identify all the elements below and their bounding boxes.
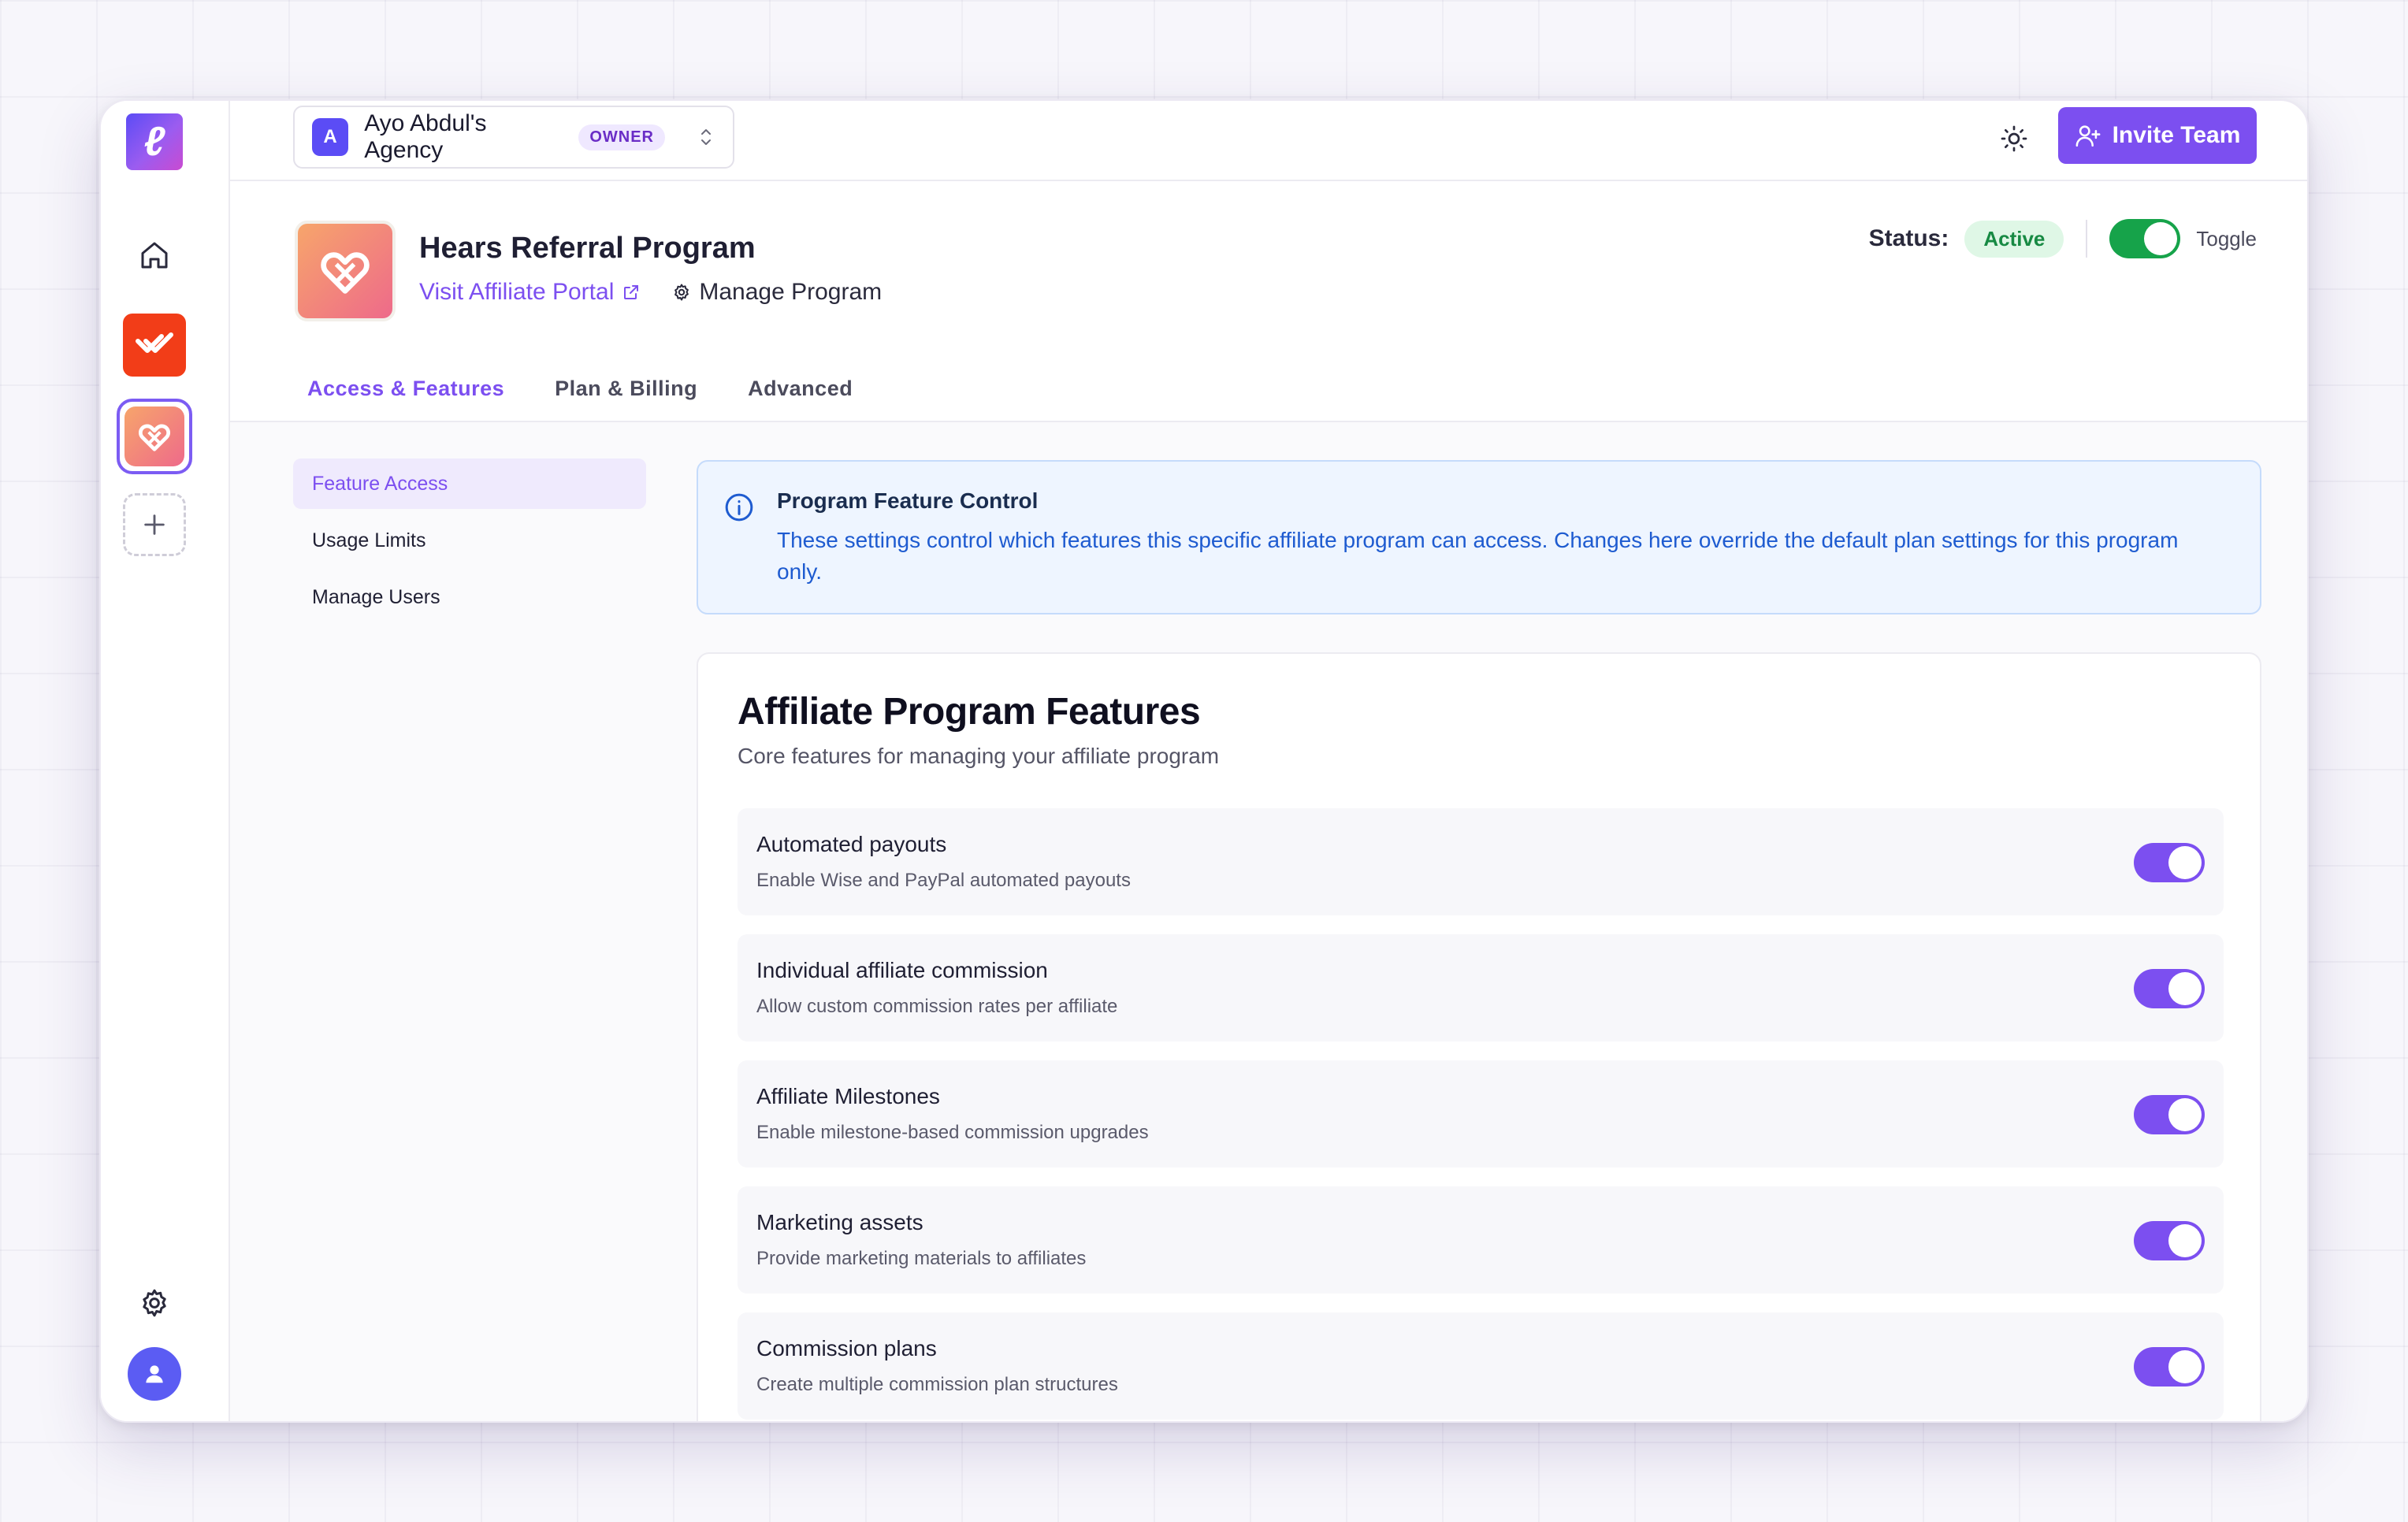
settings-button[interactable] — [121, 1270, 188, 1336]
user-icon — [146, 1365, 163, 1383]
feature-row: Marketing assets Provide marketing mater… — [738, 1186, 2224, 1294]
status-area: Status: Active Toggle — [1869, 219, 2257, 258]
home-icon — [141, 242, 168, 269]
manage-program-label: Manage Program — [699, 279, 883, 305]
theme-toggle-button[interactable] — [1997, 121, 2031, 156]
feature-name: Affiliate Milestones — [756, 1084, 940, 1108]
features-subtitle: Core features for managing your affiliat… — [738, 744, 1220, 768]
feature-toggle-marketing-assets[interactable] — [2134, 1221, 2205, 1260]
info-callout: Program Feature Control These settings c… — [697, 460, 2261, 614]
gear-icon — [674, 284, 689, 301]
feature-name: Marketing assets — [756, 1210, 923, 1234]
invite-team-label: Invite Team — [2112, 122, 2241, 148]
feature-toggle-individual-commission[interactable] — [2134, 969, 2205, 1008]
feature-description: Create multiple commission plan structur… — [756, 1374, 1118, 1395]
gear-icon — [143, 1289, 166, 1317]
feature-row: Affiliate Milestones Enable milestone-ba… — [738, 1060, 2224, 1167]
status-divider — [2086, 220, 2088, 258]
feature-list: Automated payouts Enable Wise and PayPal… — [738, 808, 2224, 1421]
heart-logo-icon — [139, 424, 170, 451]
program-title: Hears Referral Program — [419, 232, 756, 265]
visit-portal-label: Visit Affiliate Portal — [419, 279, 615, 305]
feature-name: Individual affiliate commission — [756, 958, 1048, 982]
info-title: Program Feature Control — [777, 488, 1039, 513]
tab-advanced[interactable]: Advanced — [723, 366, 878, 424]
org-switcher[interactable]: A Ayo Abdul's Agency OWNER — [293, 106, 734, 169]
owner-badge: OWNER — [578, 124, 665, 150]
info-icon — [725, 493, 753, 522]
subnav-feature-access[interactable]: Feature Access — [293, 458, 646, 509]
app-logo[interactable]: ℓ — [126, 113, 183, 170]
feature-row: Individual affiliate commission Allow cu… — [738, 934, 2224, 1041]
rail-app-hears[interactable] — [117, 399, 192, 474]
chevron-up-down-icon — [697, 126, 715, 148]
subnav-usage-limits[interactable]: Usage Limits — [293, 515, 646, 566]
feature-toggle-affiliate-milestones[interactable] — [2134, 1095, 2205, 1134]
feature-description: Enable milestone-based commission upgrad… — [756, 1122, 1149, 1143]
top-bar: A Ayo Abdul's Agency OWNER Invite Team — [230, 101, 2307, 181]
external-link-icon — [624, 285, 639, 299]
feature-name: Commission plans — [756, 1336, 937, 1361]
invite-team-button[interactable]: Invite Team — [2058, 107, 2257, 164]
user-avatar[interactable] — [128, 1347, 181, 1401]
app-red-logo — [136, 332, 173, 353]
left-rail: ℓ — [101, 101, 230, 1421]
program-status-toggle[interactable] — [2109, 219, 2181, 258]
feature-row: Commission plans Create multiple commiss… — [738, 1312, 2224, 1420]
status-badge: Active — [1964, 220, 2064, 258]
info-text: These settings control which features th… — [777, 528, 2179, 584]
app-window: ℓ A Ayo Abdul's Agency OWNER Invite Team… — [99, 99, 2309, 1423]
feature-name: Automated payouts — [756, 832, 947, 856]
sub-navigation: Feature Access Usage Limits Manage Users — [293, 458, 646, 629]
app-logo-glyph: ℓ — [143, 119, 165, 165]
status-label: Status: — [1868, 225, 1949, 251]
rail-app-red[interactable] — [123, 314, 186, 377]
features-card: Affiliate Program Features Core features… — [697, 652, 2261, 1421]
user-plus-icon — [2075, 125, 2101, 147]
features-title: Affiliate Program Features — [738, 691, 1201, 733]
program-links: Visit Affiliate Portal Manage Program — [419, 279, 882, 306]
visit-affiliate-portal-link[interactable]: Visit Affiliate Portal — [419, 279, 641, 306]
feature-description: Allow custom commission rates per affili… — [756, 996, 1118, 1017]
feature-toggle-commission-plans[interactable] — [2134, 1347, 2205, 1387]
tab-access-features[interactable]: Access & Features — [282, 366, 530, 424]
program-logo — [295, 221, 396, 321]
org-name: Ayo Abdul's Agency — [364, 110, 487, 163]
app-hears-logo — [124, 406, 184, 466]
sun-icon — [2001, 125, 2027, 152]
toggle-label: Toggle — [2196, 226, 2257, 251]
plus-icon — [144, 514, 165, 535]
add-program-button[interactable] — [123, 493, 186, 556]
program-tabs: Access & Features Plan & Billing Advance… — [282, 366, 878, 424]
home-button[interactable] — [121, 222, 188, 288]
feature-row: Automated payouts Enable Wise and PayPal… — [738, 808, 2224, 915]
feature-description: Enable Wise and PayPal automated payouts — [756, 870, 1131, 891]
org-avatar: A — [312, 118, 349, 156]
feature-toggle-automated-payouts[interactable] — [2134, 843, 2205, 882]
heart-logo-icon — [321, 252, 370, 294]
feature-description: Provide marketing materials to affiliate… — [756, 1248, 1087, 1269]
subnav-manage-users[interactable]: Manage Users — [293, 572, 646, 622]
manage-program-link[interactable]: Manage Program — [672, 279, 882, 306]
tab-plan-billing[interactable]: Plan & Billing — [530, 366, 723, 424]
